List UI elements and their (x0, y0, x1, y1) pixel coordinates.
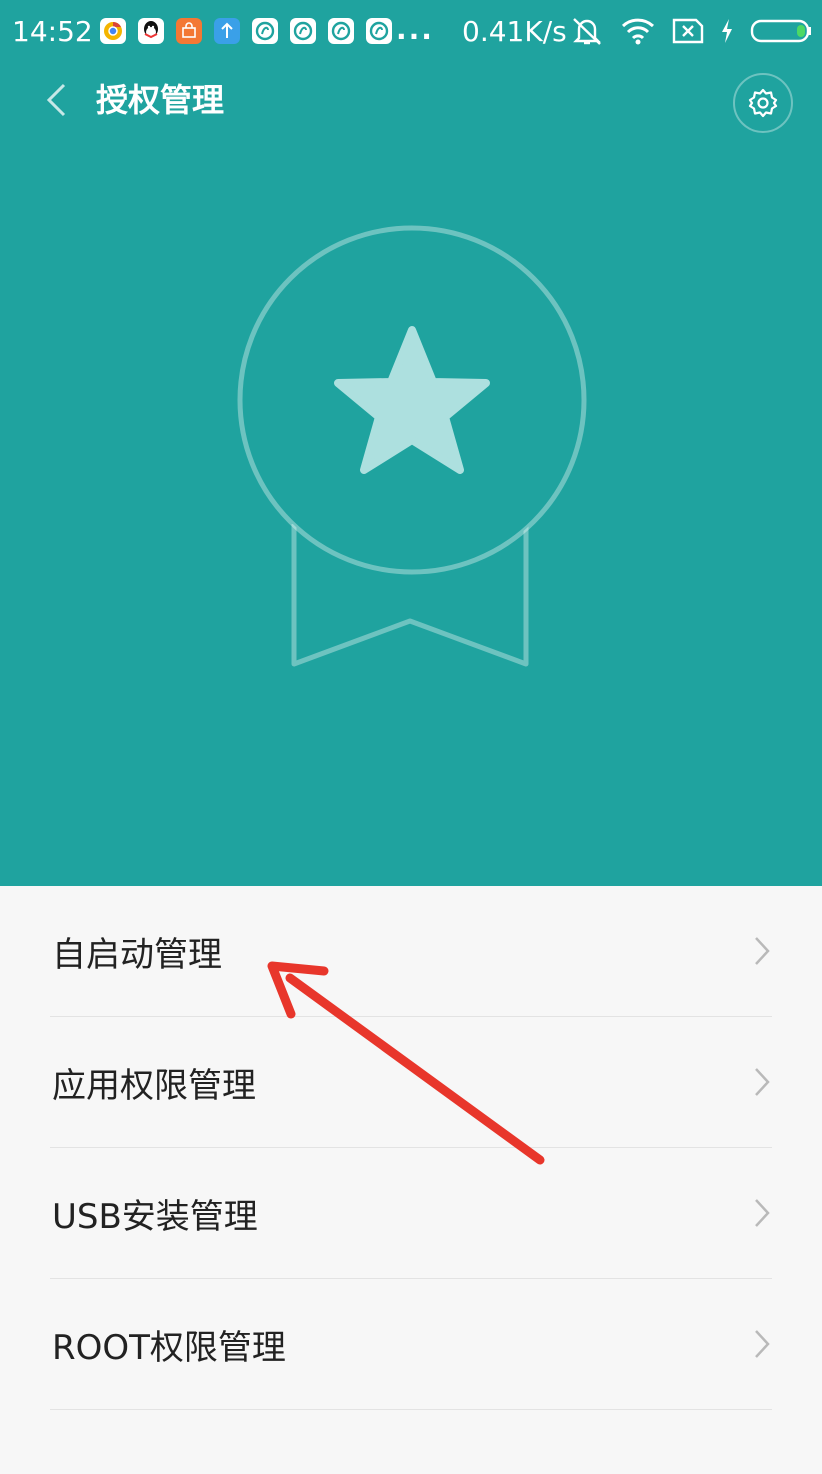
fish-app-icon (252, 18, 278, 44)
chevron-right-icon (755, 937, 770, 965)
chevron-right-icon (755, 1330, 770, 1358)
system-status-icons (570, 16, 812, 50)
network-speed: 0.41K/s (462, 15, 567, 48)
mute-icon (570, 16, 604, 50)
menu-item-root-permissions[interactable]: ROOT权限管理 (50, 1279, 772, 1410)
chevron-left-icon (46, 83, 66, 117)
menu-item-usb-install[interactable]: USB安装管理 (50, 1148, 772, 1279)
fish-app-icon (328, 18, 354, 44)
hero-banner: 14:52 ... 0.41K/s 授权管理 (0, 0, 822, 886)
menu-item-label: 应用权限管理 (52, 1065, 256, 1106)
menu-item-label: ROOT权限管理 (52, 1327, 286, 1368)
chrome-icon (100, 18, 126, 44)
upload-icon (214, 18, 240, 44)
wifi-icon (620, 17, 656, 49)
charging-icon (720, 18, 734, 48)
page-title: 授权管理 (96, 81, 225, 119)
qq-icon (138, 18, 164, 44)
battery-icon (750, 18, 812, 48)
status-time: 14:52 (12, 15, 93, 48)
no-sim-icon (672, 18, 704, 48)
notification-icons (100, 18, 392, 44)
title-bar: 授权管理 (0, 64, 822, 144)
chevron-right-icon (755, 1068, 770, 1096)
menu-item-app-permissions[interactable]: 应用权限管理 (50, 1017, 772, 1148)
fish-app-icon (290, 18, 316, 44)
back-button[interactable] (34, 76, 78, 124)
medal-star-icon (237, 225, 587, 667)
gear-icon (748, 88, 778, 118)
more-notifications-indicator: ... (396, 13, 434, 46)
settings-button[interactable] (733, 73, 793, 133)
menu-item-autostart[interactable]: 自启动管理 (50, 886, 772, 1017)
chevron-right-icon (755, 1199, 770, 1227)
menu-list: 自启动管理 应用权限管理 USB安装管理 ROOT权限管理 (0, 886, 822, 1410)
status-bar: 14:52 ... 0.41K/s (0, 0, 822, 64)
menu-item-label: 自启动管理 (52, 934, 222, 975)
menu-item-label: USB安装管理 (52, 1196, 258, 1237)
mi-store-icon (176, 18, 202, 44)
fish-app-icon (366, 18, 392, 44)
